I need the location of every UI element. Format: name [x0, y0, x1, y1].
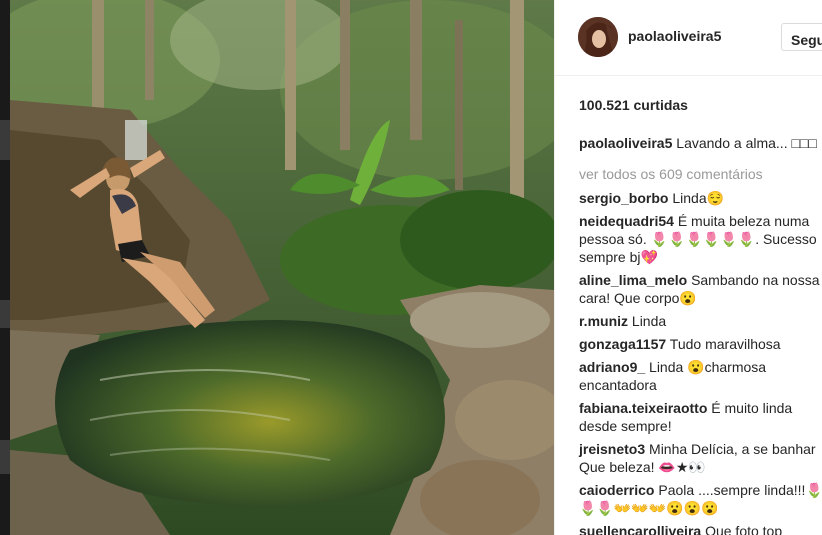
comment-item: caioderrico Paola ....sempre linda!!!🌷🌷🌷…: [579, 481, 822, 517]
comment-username[interactable]: gonzaga1157: [579, 336, 666, 352]
caption-text: Lavando a alma... □□□: [676, 135, 817, 151]
post-photo-image: [10, 0, 554, 535]
comment-username[interactable]: fabiana.teixeiraotto: [579, 400, 707, 416]
comment-item: sergio_borbo Linda😌: [579, 189, 822, 207]
comment-item: jreisneto3 Minha Delícia, a se banhar Qu…: [579, 440, 822, 476]
comment-username[interactable]: aline_lima_melo: [579, 272, 687, 288]
post-sidebar: paolaoliveira5 Segu 100.521 curtidas pao…: [554, 0, 822, 535]
comment-item: neidequadri54 É muita beleza numa pessoa…: [579, 212, 822, 266]
comments-list: paolaoliveira5 Lavando a alma... □□□ ver…: [579, 134, 822, 535]
avatar-image: [578, 17, 618, 57]
comment-text: Linda😌: [672, 190, 725, 206]
comment-text: Tudo maravilhosa: [669, 336, 781, 352]
avatar[interactable]: [578, 17, 618, 57]
comment-item: suellencarolliveira Que foto top: [579, 522, 822, 535]
comment-item: fabiana.teixeiraotto É muito linda desde…: [579, 399, 822, 435]
caption-username[interactable]: paolaoliveira5: [579, 135, 672, 151]
likes-count[interactable]: 100.521 curtidas: [579, 97, 688, 113]
post-header: paolaoliveira5 Segu: [555, 0, 822, 76]
comment-item: adriano9_ Linda 😮charmosa encantadora: [579, 358, 822, 394]
post-photo[interactable]: [10, 0, 554, 535]
comment-username[interactable]: adriano9_: [579, 359, 645, 375]
comment-username[interactable]: r.muniz: [579, 313, 628, 329]
comment-text: Linda: [631, 313, 667, 329]
previous-content-edge: [0, 0, 10, 535]
caption: paolaoliveira5 Lavando a alma... □□□: [579, 134, 822, 152]
comment-username[interactable]: sergio_borbo: [579, 190, 668, 206]
view-all-comments-link[interactable]: ver todos os 609 comentários: [579, 165, 822, 183]
comment-item: r.muniz Linda: [579, 312, 822, 330]
comment-username[interactable]: jreisneto3: [579, 441, 645, 457]
comment-item: aline_lima_melo Sambando na nossa cara! …: [579, 271, 822, 307]
header-username[interactable]: paolaoliveira5: [628, 28, 721, 44]
comment-username[interactable]: caioderrico: [579, 482, 654, 498]
comment-text: Que foto top: [705, 523, 783, 535]
comment-item: gonzaga1157 Tudo maravilhosa: [579, 335, 822, 353]
comment-username[interactable]: neidequadri54: [579, 213, 674, 229]
comment-username[interactable]: suellencarolliveira: [579, 523, 701, 535]
follow-button[interactable]: Segu: [781, 23, 822, 51]
